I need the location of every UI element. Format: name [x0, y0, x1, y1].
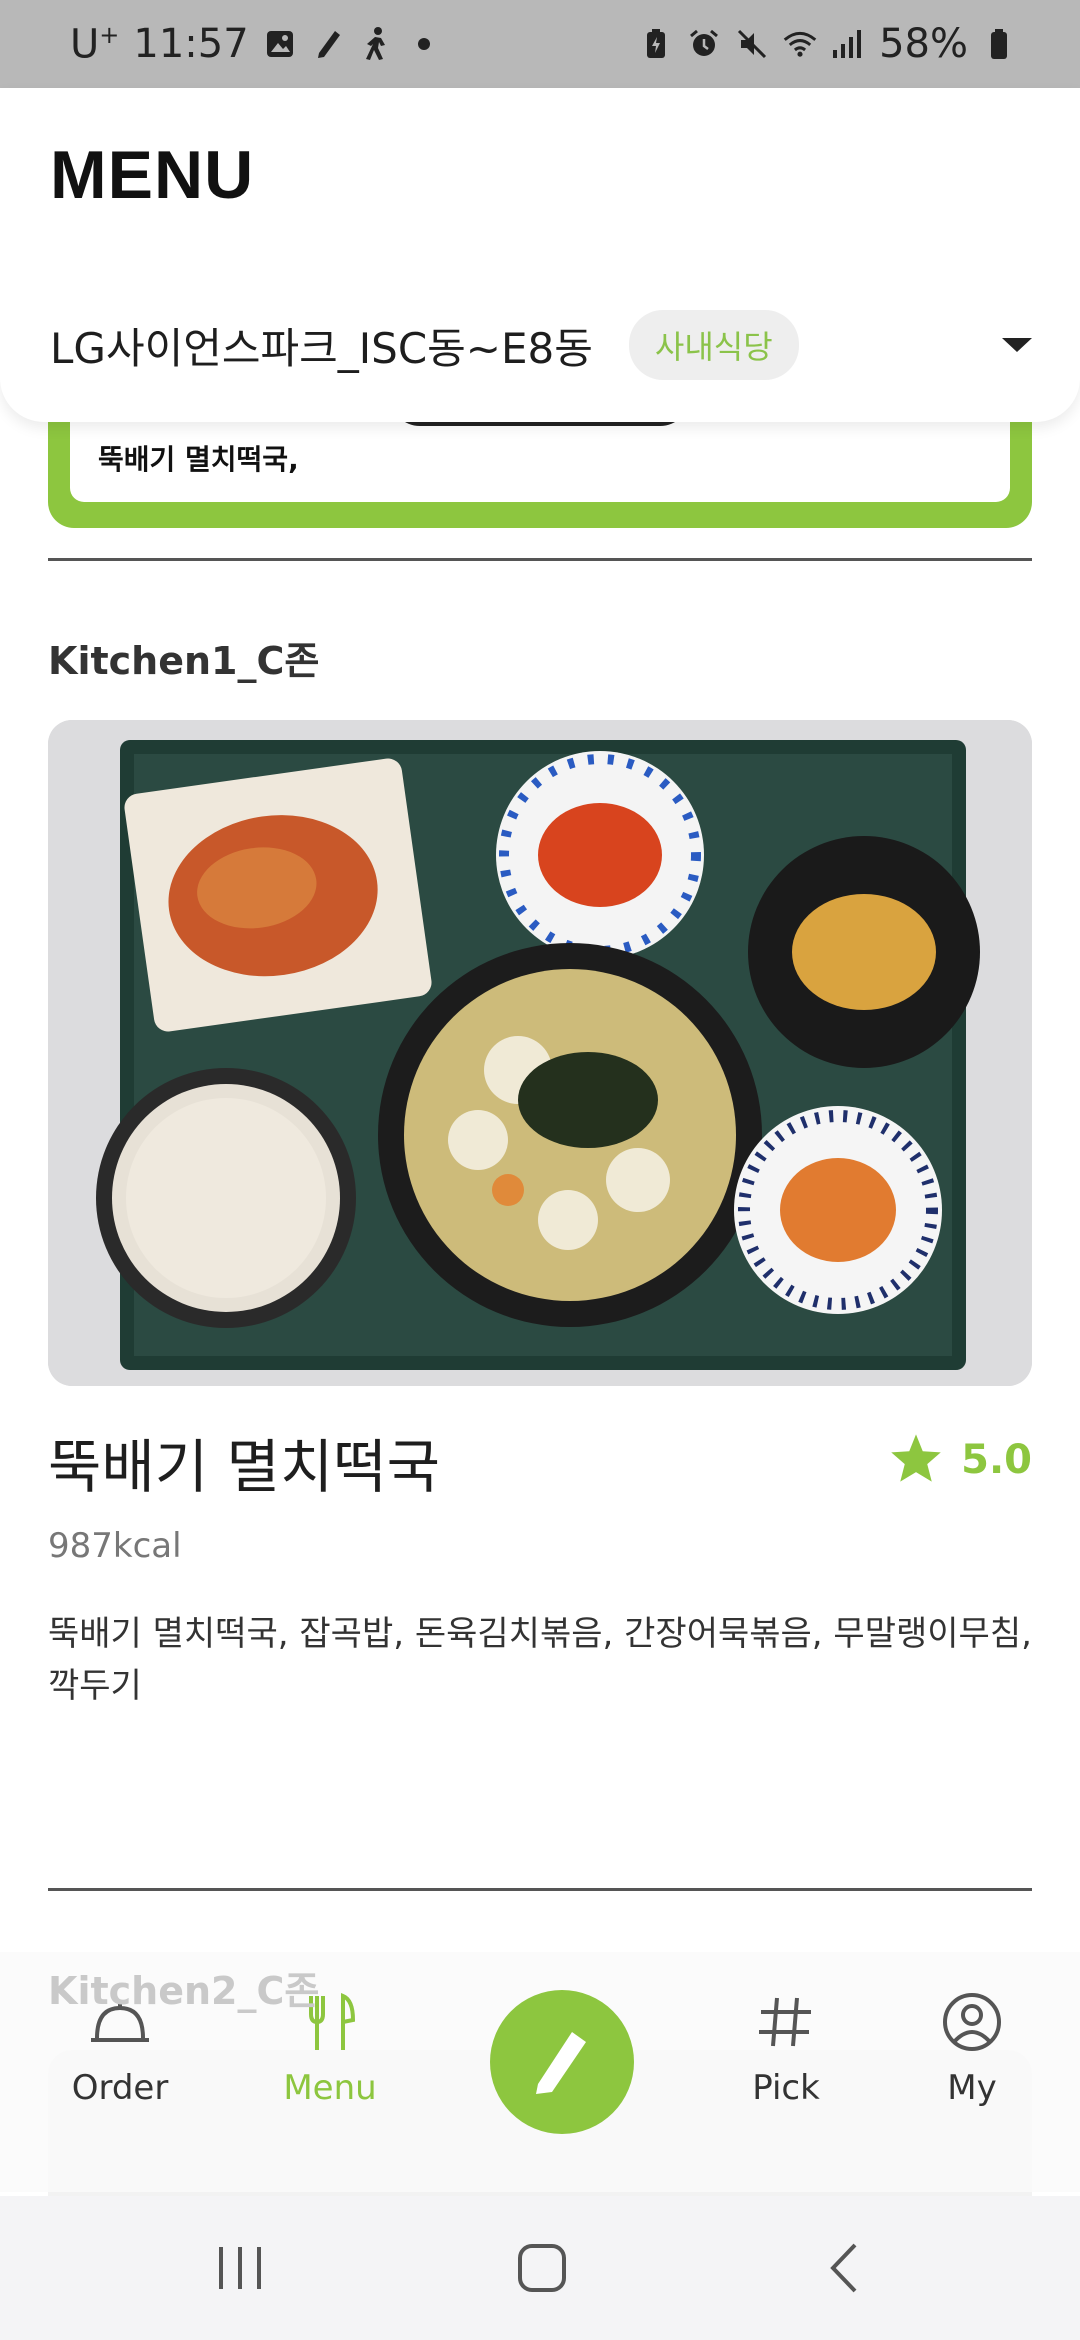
pen-icon	[311, 24, 345, 64]
wifi-icon	[783, 24, 817, 64]
previous-card-text: 뚝배기 멸치떡국,	[98, 443, 299, 476]
kitchen-label-2: Kitchen2_C존	[48, 1969, 320, 2013]
dot-icon	[407, 24, 441, 64]
battery-saver-icon	[639, 24, 673, 64]
user-circle-icon	[939, 1992, 1005, 2056]
nav-menu-label: Menu	[283, 2068, 377, 2108]
battery-percent: 58%	[879, 21, 968, 67]
alarm-icon	[687, 24, 721, 64]
hashtag-icon	[753, 1992, 819, 2056]
dish-name: 뚝배기 멸치떡국	[48, 1433, 440, 1501]
chevron-down-icon[interactable]	[1002, 338, 1032, 352]
location-selector[interactable]: LG사이언스파크_ISC동~E8동 사내식당	[50, 310, 1032, 380]
signal-icon	[831, 24, 865, 64]
section-divider	[48, 558, 1032, 561]
nav-pick[interactable]: Pick	[706, 1992, 866, 2108]
battery-icon	[982, 24, 1016, 64]
side-dishes: 뚝배기 멸치떡국, 잡곡밥, 돈육김치볶음, 간장어묵볶음, 무말랭이무침, 깍…	[48, 1614, 1032, 1706]
nav-order-label: Order	[71, 2068, 169, 2108]
back-button[interactable]	[806, 2236, 886, 2300]
status-bar: U+ 11:57 58%	[0, 0, 1080, 88]
cafeteria-badge: 사내식당	[628, 310, 799, 380]
system-nav-bar	[0, 2196, 1080, 2340]
gallery-icon	[263, 24, 297, 64]
location-name: LG사이언스파크_ISC동~E8동	[50, 323, 593, 373]
recent-apps-button[interactable]	[200, 2236, 280, 2300]
review-fab-button[interactable]	[490, 1990, 634, 2134]
page-title: MENU	[50, 137, 255, 213]
section-divider-2	[48, 1888, 1032, 1891]
mute-icon	[735, 24, 769, 64]
pencil-icon	[524, 2022, 600, 2102]
dish-photo[interactable]	[48, 720, 1032, 1386]
calories: 987kcal	[48, 1526, 182, 1566]
nav-pick-label: Pick	[752, 2068, 820, 2108]
nav-my-label: My	[947, 2068, 997, 2108]
carrier: U+	[70, 20, 120, 68]
kitchen-label: Kitchen1_C존	[48, 639, 320, 683]
nav-my[interactable]: My	[892, 1992, 1052, 2108]
status-time: 11:57	[133, 20, 249, 67]
rating-value: 5.0	[961, 1437, 1032, 1483]
star-icon	[889, 1432, 943, 1488]
header: MENU LG사이언스파크_ISC동~E8동 사내식당	[0, 88, 1080, 422]
dish-rating: 5.0	[889, 1432, 1032, 1488]
home-button[interactable]	[502, 2236, 582, 2300]
walking-icon	[359, 24, 393, 64]
